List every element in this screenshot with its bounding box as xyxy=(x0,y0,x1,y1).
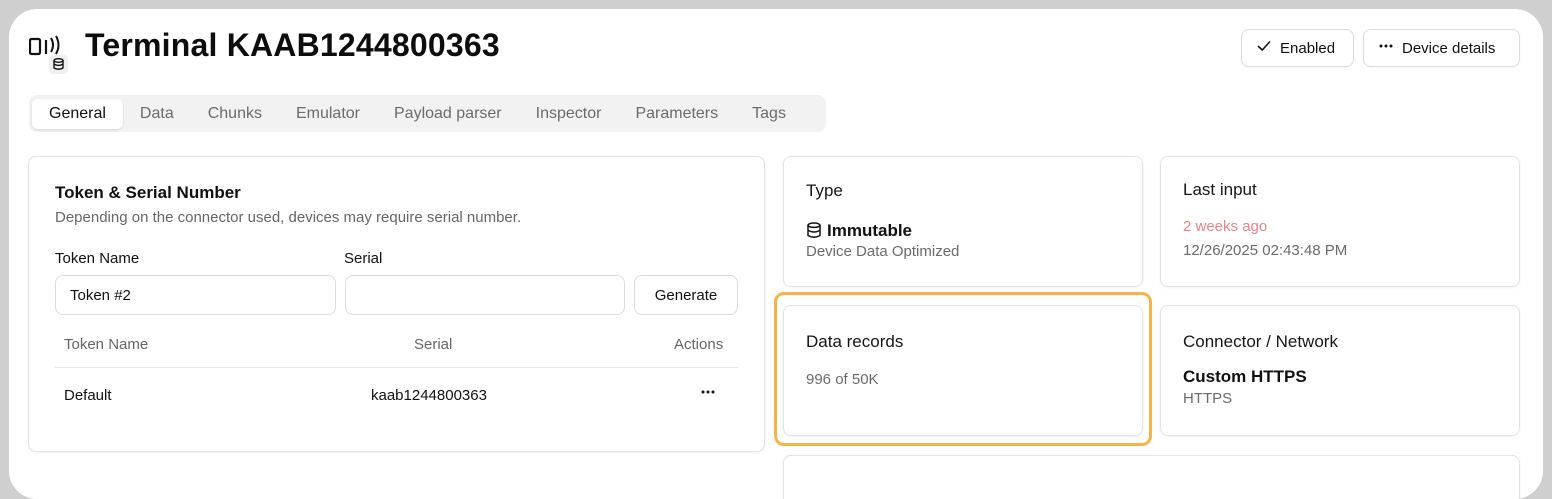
column-header-token-name: Token Name xyxy=(64,336,149,353)
tab-chunks[interactable]: Chunks xyxy=(191,99,279,129)
type-card-label: Type xyxy=(806,181,843,200)
column-header-serial: Serial xyxy=(414,336,453,353)
token-serial-card: Token & Serial Number Depending on the c… xyxy=(28,156,765,452)
table-divider xyxy=(55,367,738,368)
connector-value: Custom HTTPS xyxy=(1183,367,1307,386)
enabled-button-label: Enabled xyxy=(1280,39,1336,57)
row-actions-more-icon[interactable] xyxy=(699,383,717,401)
table-row-token-name: Default xyxy=(64,387,112,404)
tab-general[interactable]: General xyxy=(32,98,123,129)
serial-label: Serial xyxy=(344,250,383,267)
type-card-value: Immutable xyxy=(827,221,913,240)
last-input-label: Last input xyxy=(1183,180,1257,199)
enabled-button[interactable]: Enabled xyxy=(1241,29,1354,67)
terminal-device-icon xyxy=(28,35,69,75)
bottom-card xyxy=(783,455,1520,499)
serial-input[interactable] xyxy=(345,275,625,315)
device-details-button[interactable]: Device details xyxy=(1363,29,1520,67)
token-card-title: Token & Serial Number xyxy=(55,183,241,202)
last-input-card: Last input 2 weeks ago 12/26/2025 02:43:… xyxy=(1160,156,1520,287)
database-icon xyxy=(806,222,822,238)
tab-emulator[interactable]: Emulator xyxy=(279,99,377,129)
token-name-label: Token Name xyxy=(55,250,140,267)
last-input-timestamp: 12/26/2025 02:43:48 PM xyxy=(1183,242,1348,259)
data-records-highlight xyxy=(774,292,1152,446)
table-row-serial: kaab1244800363 xyxy=(371,387,487,404)
generate-button[interactable]: Generate xyxy=(634,275,738,315)
page-title: Terminal KAAB1244800363 xyxy=(85,27,500,63)
check-icon xyxy=(1256,38,1272,58)
column-header-actions: Actions xyxy=(674,336,724,353)
tab-tags[interactable]: Tags xyxy=(735,99,803,129)
connector-network-card: Connector / Network Custom HTTPS HTTPS xyxy=(1160,305,1520,436)
device-details-button-label: Device details xyxy=(1402,39,1496,57)
more-horizontal-icon xyxy=(1378,38,1394,58)
tab-parameters[interactable]: Parameters xyxy=(618,99,735,129)
tab-inspector[interactable]: Inspector xyxy=(519,99,619,129)
token-name-input[interactable] xyxy=(55,275,336,315)
tab-data[interactable]: Data xyxy=(123,99,191,129)
app-window: Terminal KAAB1244800363 Enabled Device d… xyxy=(9,9,1543,499)
connector-label: Connector / Network xyxy=(1183,332,1338,351)
connector-subtitle: HTTPS xyxy=(1183,390,1233,407)
tab-payload-parser[interactable]: Payload parser xyxy=(377,99,519,129)
token-card-description: Depending on the connector used, devices… xyxy=(55,209,522,226)
type-card-subtitle: Device Data Optimized xyxy=(806,243,960,260)
tab-bar: General Data Chunks Emulator Payload par… xyxy=(29,95,826,132)
last-input-relative-time: 2 weeks ago xyxy=(1183,218,1268,235)
type-card: Type Immutable Device Data Optimized xyxy=(783,156,1143,287)
